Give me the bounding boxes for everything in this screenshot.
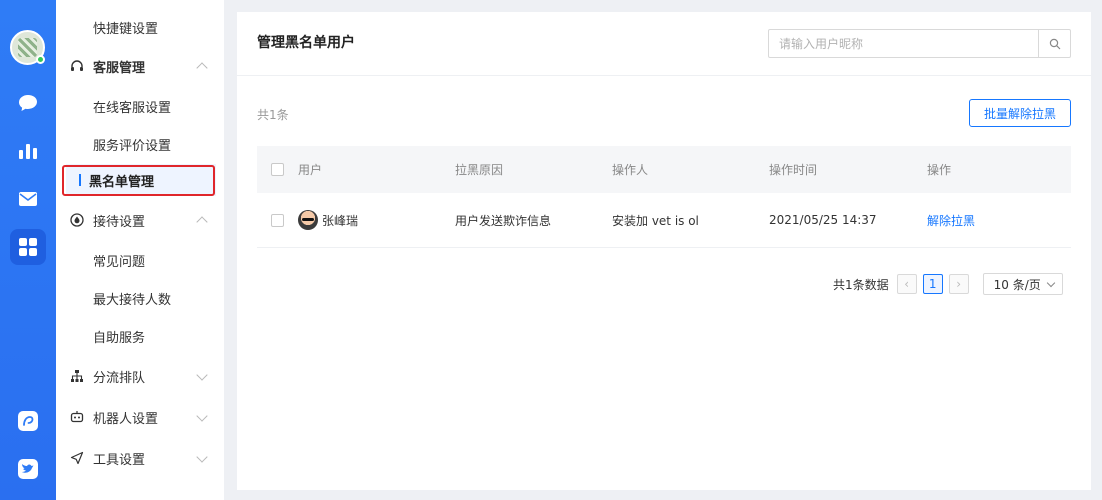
pagination-total: 共1条数据 <box>833 277 889 292</box>
icon-rail <box>0 0 56 500</box>
operator: 安装加 vet is ol <box>612 213 699 228</box>
sidebar-item-shortcut-settings[interactable]: 快捷键设置 <box>56 10 224 44</box>
unblock-link[interactable]: 解除拉黑 <box>927 214 975 228</box>
page-size-select[interactable]: 10 条/页 <box>982 273 1063 295</box>
header-divider <box>237 75 1091 76</box>
sidebar-item-label: 自助服务 <box>93 330 146 346</box>
chevron-up-icon <box>196 216 208 228</box>
column-header: 操作时间 <box>769 163 818 177</box>
mail-icon[interactable] <box>17 188 39 210</box>
sidebar-item-blacklist[interactable]: 黑名单管理 <box>66 164 216 196</box>
secondary-sidebar: 快捷键设置 客服管理 在线客服设置 服务评价设置 黑名单管理 接待设置 常见问题… <box>56 0 224 500</box>
sidebar-group-tools[interactable]: 工具设置 <box>56 441 224 475</box>
page-size-value: 10 条/页 <box>993 277 1041 292</box>
sidebar-item-label: 黑名单管理 <box>89 174 155 190</box>
robot-icon <box>69 409 85 425</box>
bird-icon[interactable] <box>17 458 39 480</box>
column-header: 操作人 <box>612 163 649 177</box>
batch-unblock-button[interactable]: 批量解除拉黑 <box>969 99 1071 127</box>
sidebar-group-label: 分流排队 <box>93 370 146 386</box>
bar-chart-icon[interactable] <box>17 140 39 162</box>
search-icon <box>1049 38 1060 49</box>
sidebar-item-faq[interactable]: 常见问题 <box>56 243 224 277</box>
table-header: 用户 拉黑原因 操作人 操作时间 操作 <box>257 146 1071 193</box>
column-header: 用户 <box>298 163 323 177</box>
main-card: 管理黑名单用户 共1条 批量解除拉黑 用户 拉黑原因 操作人 操作时间 操作 张… <box>237 12 1091 490</box>
record-count: 共1条 <box>257 108 289 122</box>
search-input[interactable] <box>769 30 1038 57</box>
chevron-down-icon <box>1046 278 1055 287</box>
chevron-down-icon <box>196 410 208 422</box>
chat-bubble-icon[interactable] <box>17 92 39 114</box>
sidebar-item-label: 快捷键设置 <box>93 21 159 37</box>
block-reason: 用户发送欺诈信息 <box>455 213 552 228</box>
sidebar-item-online-service[interactable]: 在线客服设置 <box>56 89 224 123</box>
app-badge-icon[interactable] <box>17 410 39 432</box>
column-header: 操作 <box>927 163 952 177</box>
search-button[interactable] <box>1038 30 1070 57</box>
page-1-button[interactable]: 1 <box>922 274 943 294</box>
sidebar-item-self-service[interactable]: 自助服务 <box>56 319 224 353</box>
sidebar-item-label: 常见问题 <box>93 254 146 270</box>
column-header: 拉黑原因 <box>455 163 504 177</box>
sidebar-group-reception[interactable]: 接待设置 <box>56 203 224 237</box>
chevron-down-icon <box>196 451 208 463</box>
user-name: 张峰瑞 <box>322 213 359 228</box>
sidebar-group-service[interactable]: 客服管理 <box>56 49 224 83</box>
send-icon <box>69 450 85 466</box>
sidebar-item-max-reception[interactable]: 最大接待人数 <box>56 281 224 315</box>
sidebar-group-label: 工具设置 <box>93 452 146 468</box>
sidebar-item-label: 最大接待人数 <box>93 292 172 308</box>
apps-grid-icon[interactable] <box>17 236 39 258</box>
table-row: 张峰瑞 用户发送欺诈信息 安装加 vet is ol 2021/05/25 14… <box>257 193 1071 248</box>
prev-page-button[interactable]: ‹ <box>896 274 917 294</box>
chevron-up-icon <box>196 62 208 74</box>
operation-time: 2021/05/25 14:37 <box>769 213 877 227</box>
user-avatar <box>298 210 318 230</box>
org-tree-icon <box>69 368 85 384</box>
search-box <box>768 29 1071 58</box>
water-drop-icon <box>69 212 85 228</box>
sidebar-item-label: 在线客服设置 <box>93 100 172 116</box>
sidebar-group-label: 机器人设置 <box>93 411 159 427</box>
blacklist-table: 用户 拉黑原因 操作人 操作时间 操作 张峰瑞 用户发送欺诈信息 安装加 vet… <box>257 146 1071 248</box>
headset-icon <box>69 58 85 74</box>
chevron-down-icon <box>196 369 208 381</box>
sidebar-group-routing[interactable]: 分流排队 <box>56 359 224 393</box>
select-all-checkbox[interactable] <box>271 163 284 176</box>
next-page-button[interactable]: › <box>948 274 969 294</box>
active-indicator <box>79 174 81 186</box>
sidebar-group-robot[interactable]: 机器人设置 <box>56 400 224 434</box>
sidebar-item-label: 服务评价设置 <box>93 138 172 154</box>
sidebar-group-label: 客服管理 <box>93 60 146 76</box>
sidebar-group-label: 接待设置 <box>93 214 146 230</box>
row-checkbox[interactable] <box>271 213 284 227</box>
online-status-dot <box>36 55 45 64</box>
sidebar-item-service-rating[interactable]: 服务评价设置 <box>56 127 224 161</box>
pagination: 共1条数据 ‹ 1 › 10 条/页 <box>833 273 1063 295</box>
page-title: 管理黑名单用户 <box>257 35 355 51</box>
